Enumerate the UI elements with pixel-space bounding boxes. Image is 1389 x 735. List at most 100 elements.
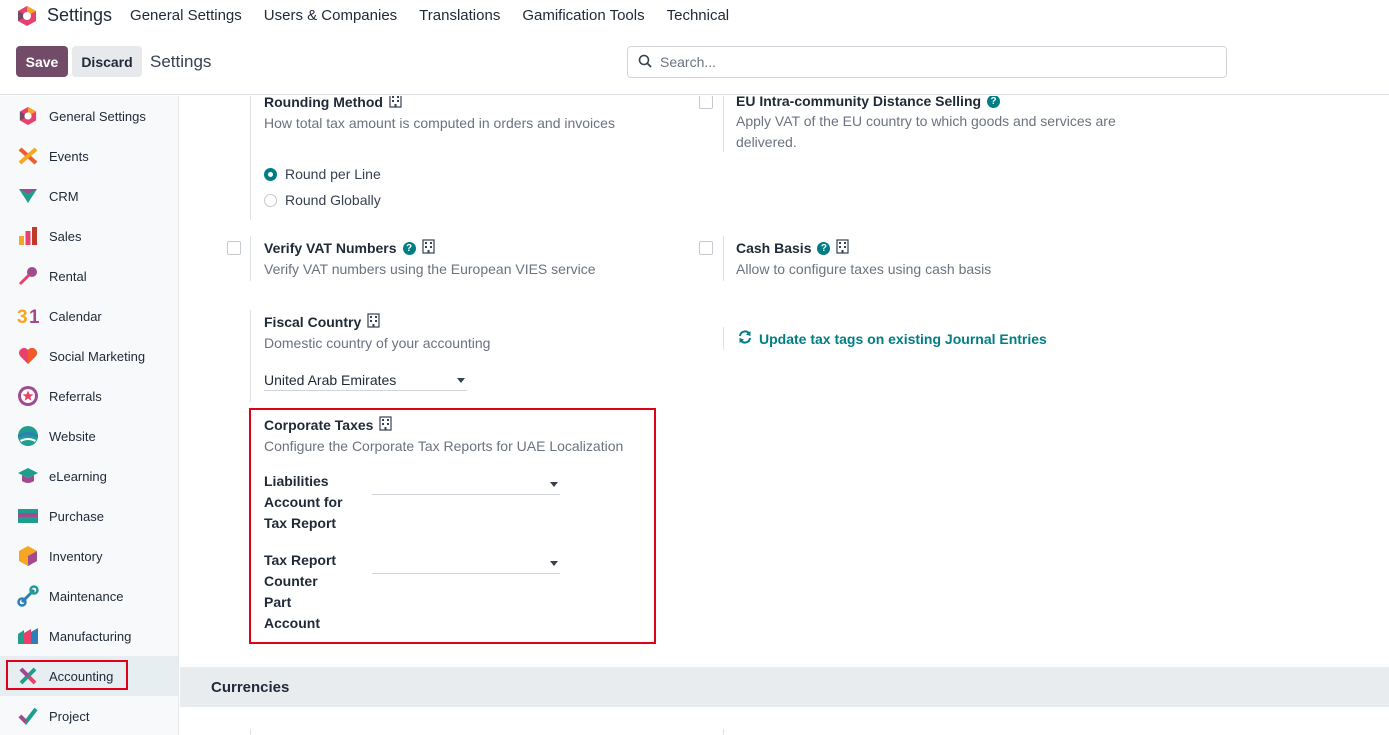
sidebar-item-rental[interactable]: Rental [0, 256, 178, 296]
top-navbar: Settings General Settings Users & Compan… [0, 0, 1389, 31]
verify-vat-setting: Verify VAT Numbers ? Verify VAT numbers … [264, 239, 694, 280]
setting-divider [250, 729, 251, 735]
control-panel: Save Discard Settings [0, 31, 1389, 95]
dropdown-caret-icon [457, 378, 465, 383]
radio-button-selected[interactable] [264, 167, 277, 181]
radio-button[interactable] [264, 193, 277, 207]
calendar-icon: 31 [17, 305, 39, 327]
sidebar-item-sales[interactable]: Sales [0, 216, 178, 256]
search-input[interactable] [660, 54, 1200, 70]
fiscal-country-setting: Fiscal Country Domestic country of your … [264, 313, 694, 354]
settings-content: Rounding Method How total tax amount is … [180, 96, 1389, 735]
sidebar-item-label: Project [49, 708, 90, 724]
menu-technical[interactable]: Technical [667, 7, 730, 24]
setting-divider [723, 327, 724, 350]
save-button[interactable]: Save [16, 46, 68, 77]
menu-users-companies[interactable]: Users & Companies [264, 7, 397, 24]
verify-vat-checkbox[interactable] [227, 241, 241, 255]
sidebar-item-label: Social Marketing [49, 348, 146, 364]
sidebar-item-project[interactable]: Project [0, 696, 178, 735]
refresh-icon [738, 330, 752, 347]
sidebar-item-elearning[interactable]: eLearning [0, 456, 178, 496]
sidebar-item-general-settings[interactable]: General Settings [0, 96, 178, 136]
setting-divider [723, 236, 724, 281]
rounding-method-description: How total tax amount is computed in orde… [264, 115, 615, 131]
eu-distance-selling-checkbox[interactable] [699, 96, 713, 109]
setting-divider [250, 96, 251, 220]
cash-basis-title: Cash Basis ? [736, 239, 1136, 257]
corporate-taxes-highlight-box [249, 408, 656, 644]
menu-translations[interactable]: Translations [419, 7, 500, 24]
verify-vat-title: Verify VAT Numbers ? [264, 239, 694, 257]
events-icon [17, 145, 39, 167]
sidebar-item-maintenance[interactable]: Maintenance [0, 576, 178, 616]
inventory-box-icon [17, 545, 39, 567]
svg-text:1: 1 [29, 307, 39, 326]
currencies-section-header: Currencies [180, 667, 1389, 707]
fiscal-country-title: Fiscal Country [264, 313, 694, 331]
sidebar-item-events[interactable]: Events [0, 136, 178, 176]
svg-text:3: 3 [17, 307, 28, 326]
app-title[interactable]: Settings [47, 5, 112, 26]
sidebar-item-purchase[interactable]: Purchase [0, 496, 178, 536]
sidebar-item-label: Purchase [49, 508, 104, 524]
graduation-cap-icon [17, 465, 39, 487]
heart-icon [17, 345, 39, 367]
discard-button[interactable]: Discard [72, 46, 142, 77]
sidebar-item-manufacturing[interactable]: Manufacturing [0, 616, 178, 656]
search-icon [638, 54, 652, 71]
sidebar-item-calendar[interactable]: 31 Calendar [0, 296, 178, 336]
sidebar-item-label: General Settings [49, 108, 146, 124]
cash-basis-description: Allow to configure taxes using cash basi… [736, 261, 992, 277]
sidebar-item-label: Referrals [49, 388, 102, 404]
maintenance-icon [17, 585, 39, 607]
sidebar-item-label: Events [49, 148, 89, 164]
cash-basis-setting: Cash Basis ? Allow to configure taxes us… [736, 239, 1136, 280]
cash-basis-checkbox[interactable] [699, 241, 713, 255]
website-icon [17, 425, 39, 447]
sidebar-item-referrals[interactable]: Referrals [0, 376, 178, 416]
fiscal-country-description: Domestic country of your accounting [264, 335, 491, 351]
settings-sidebar: General Settings Events CRM Sales Rental… [0, 96, 179, 735]
setting-divider [250, 310, 251, 402]
fiscal-country-select[interactable]: United Arab Emirates [264, 369, 467, 391]
help-question-icon[interactable]: ? [402, 241, 416, 255]
rental-key-icon [17, 265, 39, 287]
sidebar-item-website[interactable]: Website [0, 416, 178, 456]
setting-divider [723, 96, 724, 152]
help-question-icon[interactable]: ? [987, 96, 1001, 108]
verify-vat-description: Verify VAT numbers using the European VI… [264, 261, 596, 277]
help-question-icon[interactable]: ? [817, 241, 831, 255]
update-tax-tags-button[interactable]: Update tax tags on existing Journal Entr… [738, 330, 1047, 347]
sidebar-item-inventory[interactable]: Inventory [0, 536, 178, 576]
sidebar-item-label: Sales [49, 228, 82, 244]
search-bar[interactable] [627, 46, 1227, 78]
radio-round-globally[interactable]: Round Globally [264, 192, 381, 208]
purchase-card-icon [17, 505, 39, 527]
odoo-logo-icon [17, 105, 39, 127]
company-building-icon [836, 239, 850, 257]
accounting-highlight-box [6, 660, 128, 690]
eu-distance-selling-description: Apply VAT of the EU country to which goo… [736, 113, 1116, 150]
sidebar-item-label: Manufacturing [49, 628, 132, 644]
sidebar-item-label: CRM [49, 188, 79, 204]
sidebar-item-label: Inventory [49, 548, 103, 564]
sidebar-item-social-marketing[interactable]: Social Marketing [0, 336, 178, 376]
eu-distance-selling-setting: EU Intra-community Distance Selling ? Ap… [736, 96, 1136, 153]
odoo-logo-icon[interactable] [16, 5, 38, 27]
menu-gamification-tools[interactable]: Gamification Tools [522, 7, 644, 24]
breadcrumb: Settings [150, 52, 212, 71]
eu-distance-selling-title: EU Intra-community Distance Selling ? [736, 96, 1136, 109]
company-building-icon [389, 96, 402, 111]
company-building-icon [421, 239, 435, 257]
sidebar-item-crm[interactable]: CRM [0, 176, 178, 216]
crm-icon [17, 185, 39, 207]
rounding-method-title: Rounding Method [264, 96, 704, 111]
radio-round-per-line[interactable]: Round per Line [264, 166, 381, 182]
sidebar-item-label: Calendar [49, 308, 102, 324]
project-check-icon [17, 705, 39, 727]
sidebar-item-label: Maintenance [49, 588, 124, 604]
setting-divider [250, 236, 251, 281]
menu-general-settings[interactable]: General Settings [130, 7, 242, 24]
sidebar-item-label: Rental [49, 268, 87, 284]
